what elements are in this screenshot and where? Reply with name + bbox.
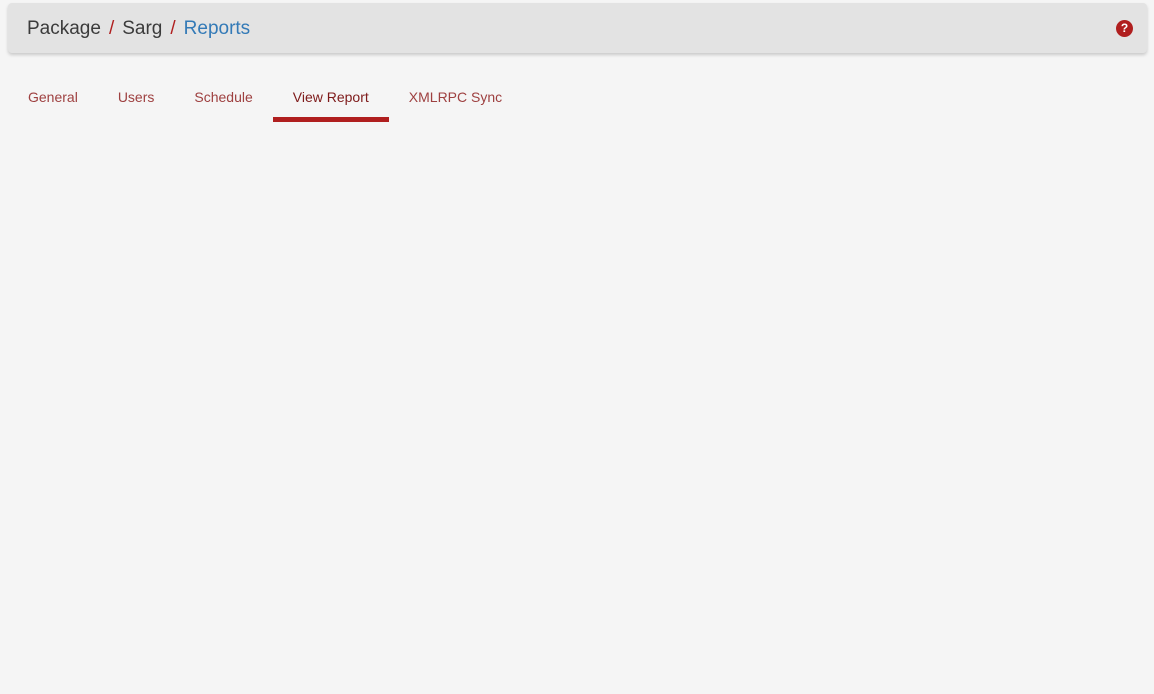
breadcrumb-separator: / <box>108 17 115 39</box>
tab-view-report[interactable]: View Report <box>272 77 389 122</box>
tab-bar: General Users Schedule View Report XMLRPC Sy… <box>8 77 1154 122</box>
tab-label: View Report <box>272 77 389 122</box>
tab-label: XMLRPC Sync <box>408 89 503 105</box>
breadcrumb-item-reports[interactable]: Reports <box>184 19 251 38</box>
tab-label: Schedule <box>194 89 253 105</box>
tab-users[interactable]: Users <box>98 77 175 122</box>
question-glyph: ? <box>1120 21 1129 35</box>
tab-label: General <box>28 89 78 105</box>
breadcrumb: Package / Sarg / Reports <box>27 19 1116 38</box>
breadcrumb-bar: Package / Sarg / Reports ? <box>8 3 1147 53</box>
breadcrumb-separator: / <box>170 17 176 39</box>
breadcrumb-item-sarg: Sarg <box>122 17 163 39</box>
tab-xmlrpc-sync[interactable]: XMLRPC Sync <box>389 77 522 122</box>
breadcrumb-item-package: Package <box>27 17 101 39</box>
tab-general[interactable]: General <box>8 77 98 122</box>
tab-label: Users <box>117 89 155 105</box>
tab-schedule[interactable]: Schedule <box>174 77 272 122</box>
content-area <box>0 122 1154 682</box>
question-circle-icon[interactable]: ? <box>1116 19 1133 37</box>
